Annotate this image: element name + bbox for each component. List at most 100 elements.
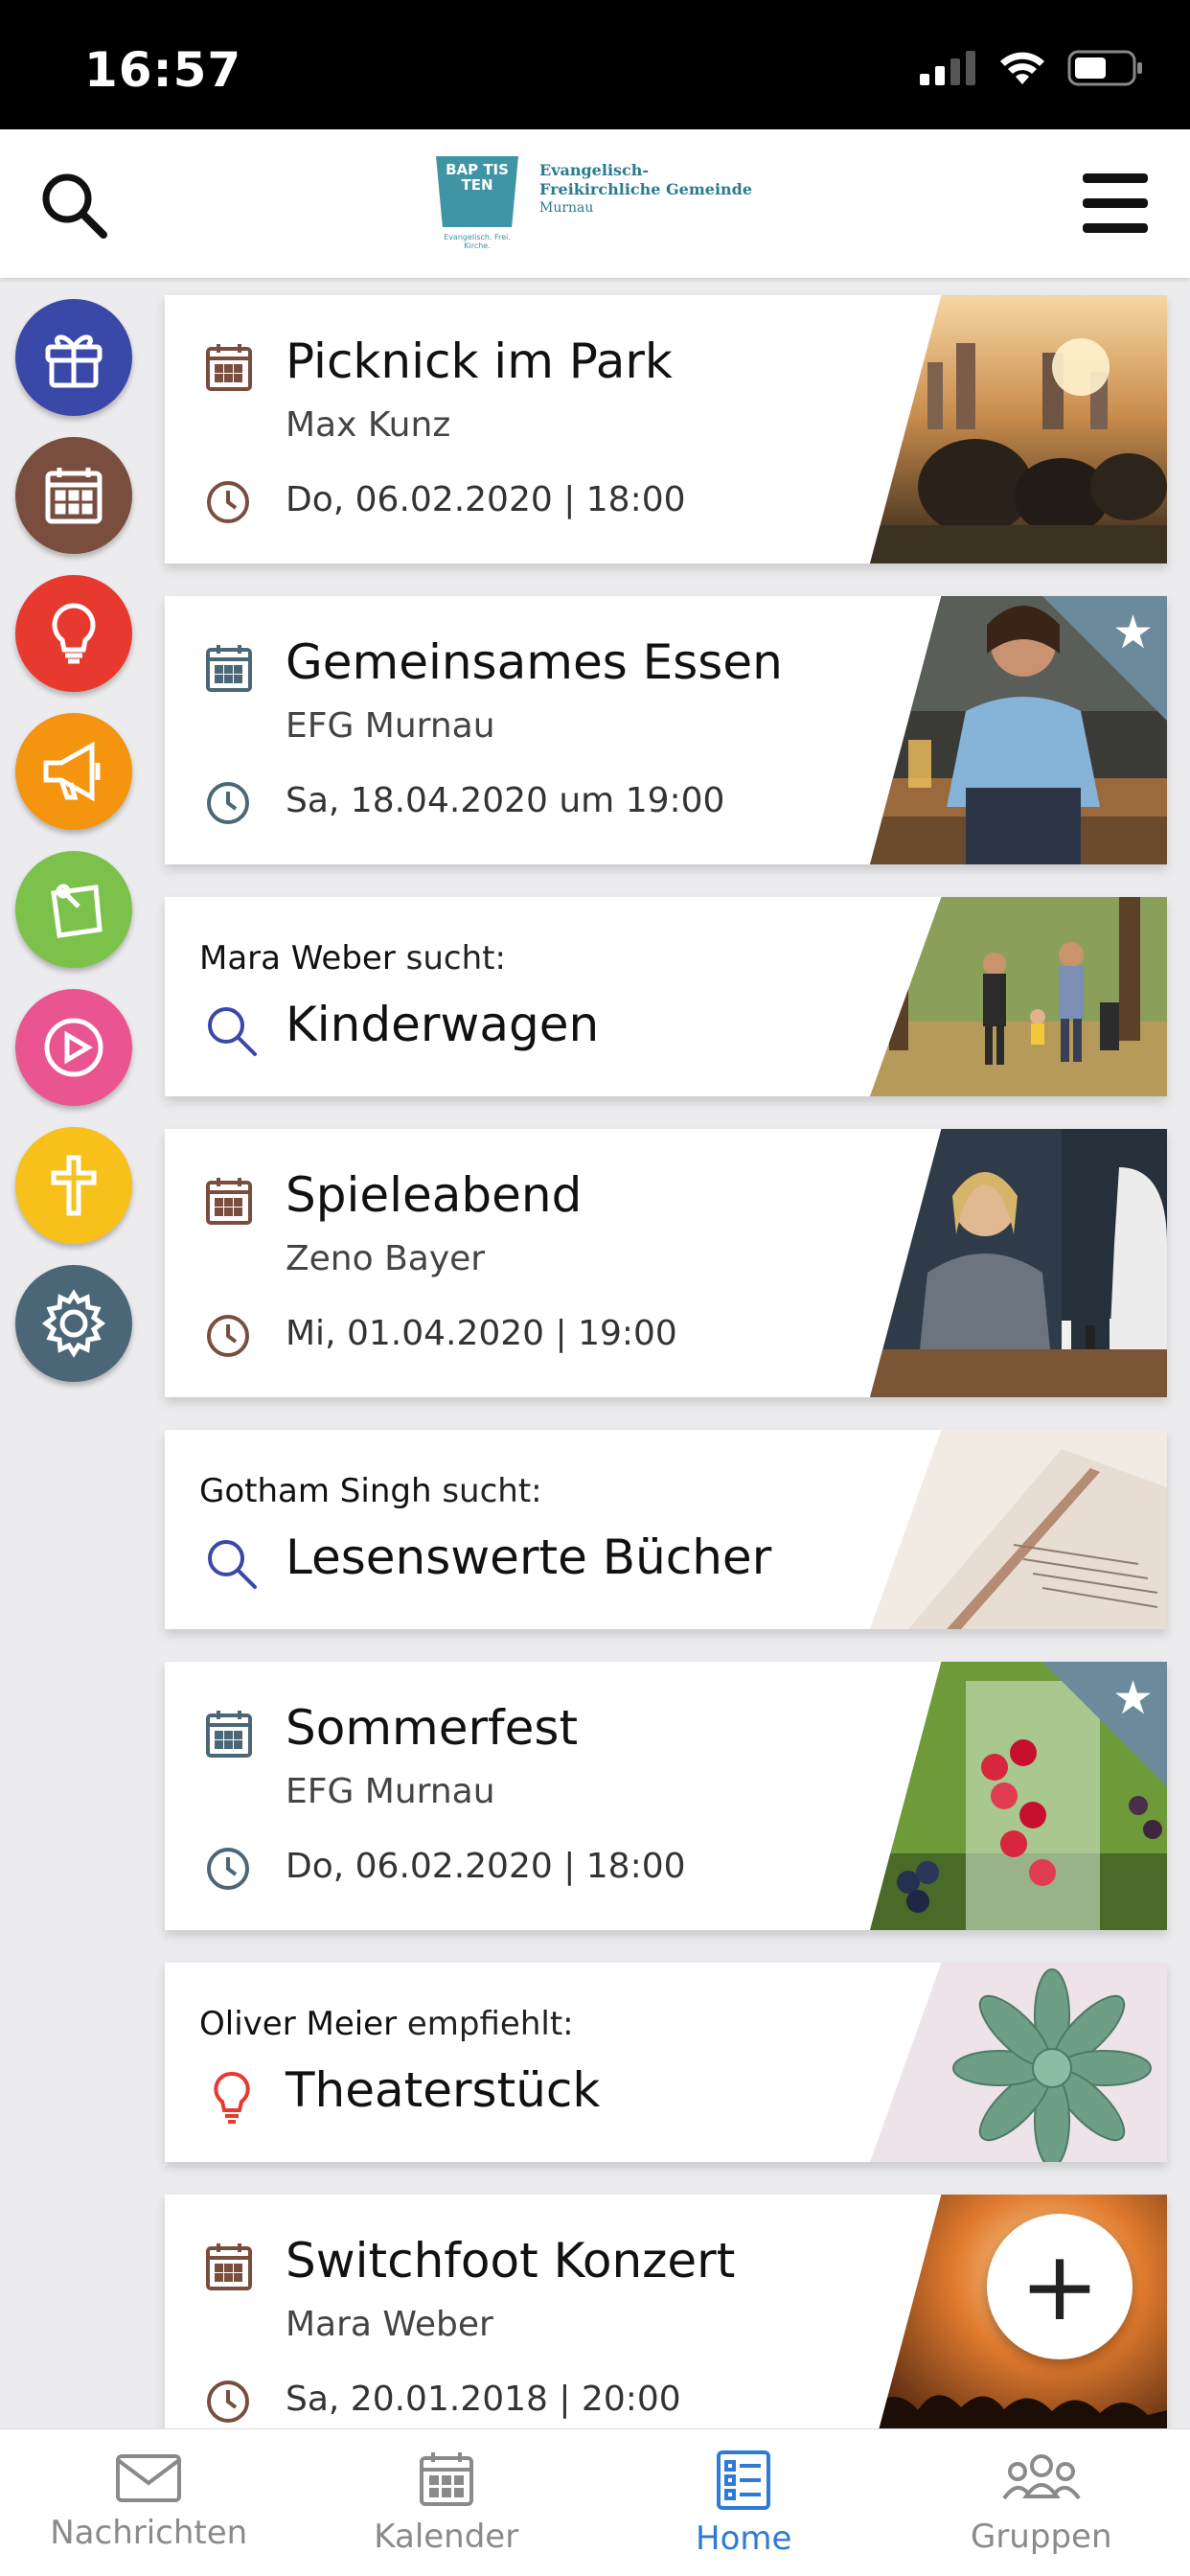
recommend-verb: empfiehlt: <box>406 2005 574 2043</box>
envelope-icon <box>116 2454 182 2502</box>
search-icon <box>208 1540 257 1589</box>
event-date: Mi, 01.04.2020 | 19:00 <box>286 1314 677 1353</box>
search-image-book <box>870 1430 1167 1629</box>
clock-icon <box>207 1848 249 1890</box>
feed-card-search[interactable]: Mara Weber sucht: Kinderwagen <box>165 897 1167 1096</box>
tab-label: Home <box>696 2519 792 2558</box>
cross-icon <box>51 1155 97 1216</box>
battery-icon <box>1067 50 1142 86</box>
clock-icon <box>207 1315 249 1357</box>
tab-home[interactable]: Home <box>595 2429 893 2576</box>
tab-label: Nachrichten <box>50 2514 248 2552</box>
event-date: Do, 06.02.2020 | 18:00 <box>286 1847 686 1886</box>
app-header: BAP TIS TEN Evangelisch. Frei. Kirche. E… <box>0 129 1190 278</box>
search-icon <box>208 1007 257 1056</box>
event-organizer: Max Kunz <box>286 405 451 445</box>
lightbulb-icon <box>214 2072 250 2124</box>
category-ideas-button[interactable] <box>15 575 132 692</box>
church-logo[interactable]: BAP TIS TEN Evangelisch. Frei. Kirche. E… <box>436 156 752 250</box>
calendar-icon <box>206 1178 252 1225</box>
event-title: Sommerfest <box>286 1700 579 1756</box>
tab-kalender[interactable]: Kalender <box>298 2429 596 2576</box>
feed-card-event[interactable]: Picknick im Park Max Kunz Do, 06.02.2020… <box>165 295 1167 564</box>
lightbulb-icon <box>52 603 96 664</box>
tab-nachrichten[interactable]: Nachrichten <box>0 2429 298 2576</box>
category-notes-button[interactable] <box>15 851 132 968</box>
calendar-icon <box>419 2452 473 2506</box>
event-date: Sa, 18.04.2020 um 19:00 <box>286 781 725 820</box>
person-name: Gotham Singh <box>199 1472 432 1510</box>
calendar-icon <box>206 645 252 692</box>
tab-label: Gruppen <box>970 2518 1112 2556</box>
logo-wordmark: Evangelisch- Freikirchliche Gemeinde Mur… <box>539 161 752 217</box>
sticky-note-icon <box>51 884 103 938</box>
calendar-icon <box>206 1711 252 1758</box>
logo-badge: BAP TIS TEN <box>436 156 518 227</box>
logo-line-1: Evangelisch- <box>539 161 650 179</box>
gift-icon <box>45 334 103 388</box>
logo-line-2: Freikirchliche Gemeinde <box>539 180 753 198</box>
list-icon <box>717 2450 771 2510</box>
recommend-title: Theaterstück <box>286 2062 601 2118</box>
category-gift-button[interactable] <box>15 299 132 416</box>
tab-label: Kalender <box>374 2518 519 2556</box>
status-icons <box>920 50 1144 86</box>
logo-line-3: Murnau <box>539 200 594 216</box>
category-settings-button[interactable] <box>15 1265 132 1382</box>
feed-card-recommendation[interactable]: Oliver Meier empfiehlt: Theaterstück <box>165 1963 1167 2162</box>
event-organizer: Zeno Bayer <box>286 1239 486 1278</box>
category-media-button[interactable] <box>15 989 132 1106</box>
gear-icon <box>41 1289 106 1358</box>
clock-icon <box>207 2380 249 2423</box>
logo-badge-subtitle: Evangelisch. Frei. Kirche. <box>444 233 511 250</box>
search-image-family <box>870 897 1167 1096</box>
search-icon[interactable] <box>36 168 113 244</box>
event-title: Spieleabend <box>286 1167 583 1223</box>
calendar-icon <box>206 344 252 391</box>
request-verb: sucht: <box>442 1472 542 1510</box>
event-title: Switchfoot Konzert <box>286 2233 736 2288</box>
search-request-line: Mara Weber sucht: <box>199 939 506 978</box>
feed-card-event[interactable]: Spieleabend Zeno Bayer Mi, 01.04.2020 | … <box>165 1129 1167 1397</box>
person-name: Mara Weber <box>199 939 396 978</box>
hamburger-menu-icon[interactable] <box>1077 166 1154 242</box>
wifi-icon <box>1000 52 1044 84</box>
category-faith-button[interactable] <box>15 1127 132 1244</box>
event-date: Do, 06.02.2020 | 18:00 <box>286 480 686 519</box>
star-icon: ★ <box>1111 606 1154 659</box>
event-title: Picknick im Park <box>286 334 673 389</box>
event-title: Gemeinsames Essen <box>286 634 783 690</box>
event-organizer: EFG Murnau <box>286 1772 495 1811</box>
event-date: Sa, 20.01.2018 | 20:00 <box>286 2380 681 2419</box>
category-rail <box>15 299 132 1403</box>
megaphone-icon <box>43 741 101 802</box>
event-organizer: EFG Murnau <box>286 706 495 746</box>
recommend-image-succulent <box>870 1963 1167 2162</box>
request-verb: sucht: <box>405 939 506 978</box>
clock-icon <box>207 782 249 824</box>
add-post-button[interactable]: + <box>987 2214 1133 2359</box>
group-icon <box>1002 2454 1081 2500</box>
calendar-icon <box>45 468 103 524</box>
feed-card-event[interactable]: Gemeinsames Essen EFG Murnau Sa, 18.04.2… <box>165 596 1167 864</box>
event-image-picnic <box>870 295 1167 564</box>
search-title: Kinderwagen <box>286 997 600 1052</box>
status-bar: 16:57 <box>0 0 1190 129</box>
search-request-line: Gotham Singh sucht: <box>199 1472 542 1510</box>
feed-card-event[interactable]: Sommerfest EFG Murnau Do, 06.02.2020 | 1… <box>165 1662 1167 1930</box>
event-image-chess <box>870 1129 1167 1397</box>
bottom-tab-bar: Nachrichten Kalender Home Gruppen <box>0 2428 1190 2576</box>
home-feed: Picknick im Park Max Kunz Do, 06.02.2020… <box>165 295 1167 2496</box>
cellular-signal-icon <box>920 51 975 85</box>
feed-card-search[interactable]: Gotham Singh sucht: Lesenswerte Bücher <box>165 1430 1167 1629</box>
play-icon <box>44 1018 103 1077</box>
tab-gruppen[interactable]: Gruppen <box>893 2429 1190 2576</box>
person-name: Oliver Meier <box>199 2005 398 2043</box>
star-icon: ★ <box>1111 1671 1154 1725</box>
category-announcements-button[interactable] <box>15 713 132 830</box>
clock-icon <box>207 481 249 523</box>
search-title: Lesenswerte Bücher <box>286 1530 772 1585</box>
category-calendar-button[interactable] <box>15 437 132 554</box>
calendar-icon <box>206 2243 252 2290</box>
event-organizer: Mara Weber <box>286 2305 493 2344</box>
